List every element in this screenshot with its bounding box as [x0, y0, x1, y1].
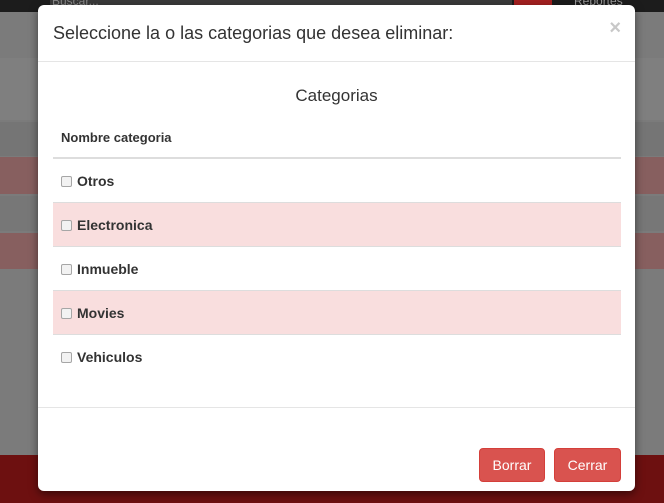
close-button[interactable]: Cerrar	[554, 448, 621, 482]
category-checkbox[interactable]	[61, 307, 72, 319]
category-label: Vehiculos	[77, 348, 143, 365]
column-header-category-name: Nombre categoria	[53, 118, 621, 159]
delete-button[interactable]: Borrar	[479, 448, 545, 482]
table-header-row: Nombre categoria	[53, 118, 621, 159]
category-checkbox[interactable]	[61, 263, 72, 275]
categories-table: Nombre categoria Otros Electronica Inmue…	[53, 118, 621, 378]
table-row: Otros	[53, 157, 621, 203]
category-label: Electronica	[77, 216, 153, 233]
modal-footer: Borrar Cerrar	[38, 407, 635, 492]
table-row: Electronica	[53, 202, 621, 247]
modal-header: Seleccione la o las categorias que desea…	[38, 5, 635, 62]
table-row: Movies	[53, 290, 621, 335]
table-caption: Categorias	[295, 86, 378, 105]
category-checkbox[interactable]	[61, 351, 72, 363]
modal-title: Seleccione la o las categorias que desea…	[53, 23, 454, 43]
table-row: Inmueble	[53, 246, 621, 291]
category-label: Movies	[77, 304, 125, 321]
delete-categories-modal: Seleccione la o las categorias que desea…	[38, 5, 635, 491]
category-checkbox[interactable]	[61, 175, 72, 187]
category-label: Otros	[77, 172, 115, 189]
category-label: Inmueble	[77, 260, 139, 277]
table-row: Vehiculos	[53, 334, 621, 378]
close-icon[interactable]: ×	[609, 18, 621, 38]
category-checkbox[interactable]	[61, 219, 72, 231]
